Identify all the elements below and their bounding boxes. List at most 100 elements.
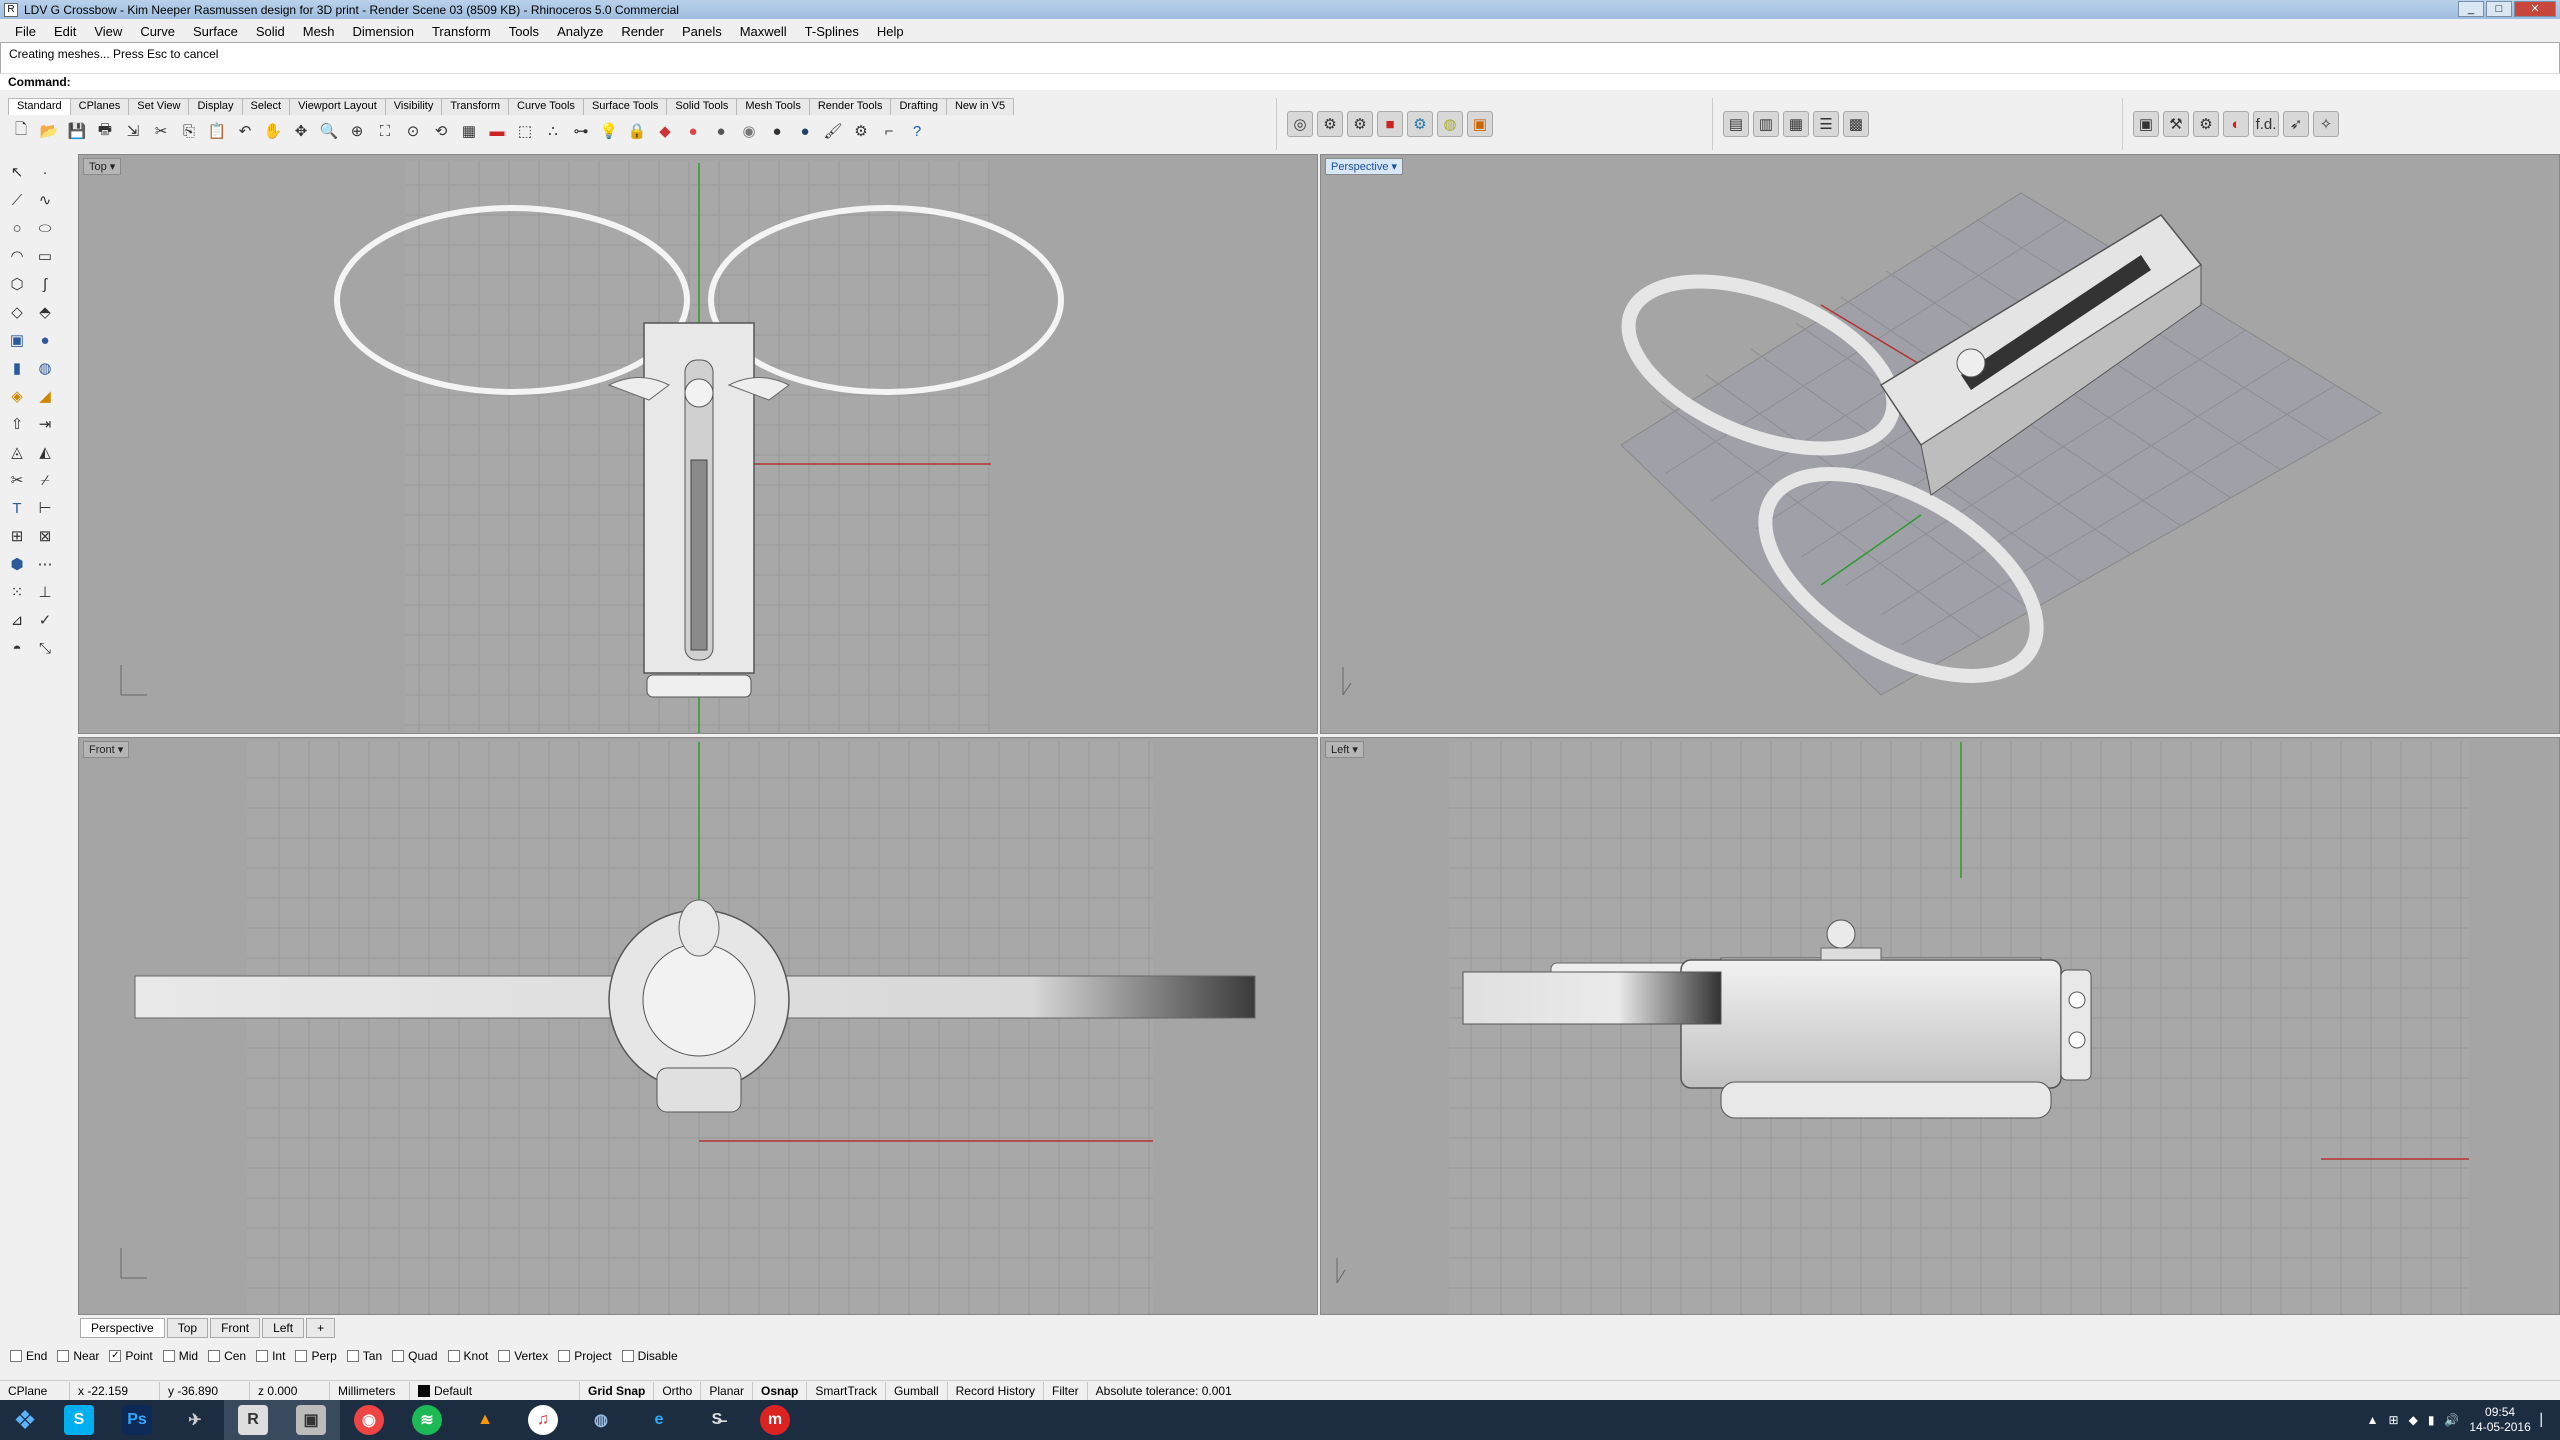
taskbar-vlc[interactable]: ▲ [456, 1400, 514, 1440]
tab-curve-tools[interactable]: Curve Tools [508, 98, 584, 115]
join-icon[interactable]: ⊞ [4, 524, 30, 548]
osnap-int-checkbox[interactable] [256, 1350, 269, 1362]
taskbar-ie[interactable]: e [630, 1400, 688, 1440]
explode-icon[interactable]: ⊠ [32, 524, 58, 548]
viewport-tab-front[interactable]: Front [210, 1318, 261, 1338]
status-record-history[interactable]: Record History [948, 1381, 1044, 1400]
measure-icon[interactable]: ⊥ [32, 580, 58, 604]
print-icon[interactable]: 🖶 [92, 118, 118, 144]
viewport-tab-perspective[interactable]: Perspective [80, 1318, 165, 1338]
zoom-icon[interactable]: 🔍 [316, 118, 342, 144]
render-list-icon[interactable]: ☰ [1813, 111, 1839, 137]
osnap-tan-checkbox[interactable] [346, 1350, 359, 1362]
tray-network-icon[interactable]: ▮ [2428, 1413, 2435, 1427]
save-icon[interactable]: 💾 [64, 118, 90, 144]
menu-dimension[interactable]: Dimension [344, 24, 423, 39]
ts-settings-icon[interactable]: ⚙ [2193, 111, 2219, 137]
viewport-left[interactable]: Left ▾ [1320, 737, 2560, 1315]
menu-tools[interactable]: Tools [500, 24, 548, 39]
text-icon[interactable]: T [4, 496, 30, 520]
transform-tool-icon[interactable]: ⤡ [32, 636, 58, 660]
analyze-icon[interactable]: ⊿ [4, 608, 30, 632]
maxwell-eye-icon[interactable]: ◎ [1287, 111, 1313, 137]
trim-icon[interactable]: ✂ [4, 468, 30, 492]
zoom-selected-icon[interactable]: ⊙ [400, 118, 426, 144]
status-units[interactable]: Millimeters [330, 1381, 410, 1400]
tab-drafting[interactable]: Drafting [890, 98, 947, 115]
maxwell-fire-icon[interactable]: ◍ [1437, 111, 1463, 137]
tab-cplanes[interactable]: CPlanes [69, 98, 130, 115]
point-icon[interactable]: · [32, 160, 58, 184]
help-icon[interactable]: ? [904, 118, 930, 144]
osnap-project[interactable]: Project [558, 1349, 612, 1363]
taskbar-steam[interactable]: S̶ [688, 1400, 746, 1440]
taskbar-photoshop[interactable]: Ps [108, 1400, 166, 1440]
render-frame-icon[interactable]: ▩ [1843, 111, 1869, 137]
maxwell-scene-icon[interactable]: ⚙ [1407, 111, 1433, 137]
status-layer[interactable]: Default [410, 1381, 580, 1400]
split-icon[interactable]: ⌿ [32, 468, 58, 492]
menu-edit[interactable]: Edit [45, 24, 85, 39]
osnap-mid-checkbox[interactable] [162, 1350, 175, 1362]
taskbar-itunes[interactable]: ♫ [514, 1400, 572, 1440]
undo-icon[interactable]: ↶ [232, 118, 258, 144]
menu-solid[interactable]: Solid [247, 24, 294, 39]
osnap-near[interactable]: Near [57, 1349, 99, 1363]
status-ortho[interactable]: Ortho [654, 1381, 702, 1400]
close-button[interactable]: ✕ [2514, 1, 2556, 17]
cut-icon[interactable]: ✂ [148, 118, 174, 144]
import-icon[interactable]: ⇲ [120, 118, 146, 144]
tray-expand-icon[interactable]: ▲ [2367, 1413, 2379, 1427]
taskbar-app-globe[interactable]: ◍ [572, 1400, 630, 1440]
paste-icon[interactable]: 📋 [204, 118, 230, 144]
osnap-disable-checkbox[interactable] [621, 1350, 634, 1362]
loft-icon[interactable]: ⬘ [32, 300, 58, 324]
color-wheel-icon[interactable]: ● [680, 118, 706, 144]
osnap-end[interactable]: End [10, 1349, 47, 1363]
blue-sphere-icon[interactable]: ● [792, 118, 818, 144]
osnap-quad[interactable]: Quad [392, 1349, 438, 1363]
arc-icon[interactable]: ◠ [4, 244, 30, 268]
tab-display[interactable]: Display [188, 98, 243, 115]
pan-hand-icon[interactable]: ✋ [260, 118, 286, 144]
osnap-vertex[interactable]: Vertex [498, 1349, 548, 1363]
shaded-sphere-icon[interactable]: ● [764, 118, 790, 144]
torus-icon[interactable]: ◍ [32, 356, 58, 380]
status-gumball[interactable]: Gumball [886, 1381, 948, 1400]
menu-mesh[interactable]: Mesh [294, 24, 344, 39]
viewport-top[interactable]: Top ▾ [78, 154, 1318, 734]
render-window-icon[interactable]: ▤ [1723, 111, 1749, 137]
car-icon[interactable]: ▬ [484, 118, 510, 144]
polygon-icon[interactable]: ⬡ [4, 272, 30, 296]
status-osnap[interactable]: Osnap [753, 1381, 808, 1400]
tray-dropbox-icon[interactable]: ◆ [2409, 1413, 2418, 1427]
osnap-tan[interactable]: Tan [346, 1349, 382, 1363]
zoom-extents-icon[interactable]: ⛶ [372, 118, 398, 144]
layer-icon[interactable]: ◆ [652, 118, 678, 144]
taskbar-app-bird[interactable]: ✈ [166, 1400, 224, 1440]
tab-viewport-layout[interactable]: Viewport Layout [289, 98, 386, 115]
tab-new-in-v5[interactable]: New in V5 [945, 98, 1015, 115]
osnap-mid[interactable]: Mid [162, 1349, 198, 1363]
status-cplane[interactable]: CPlane [0, 1381, 70, 1400]
status-grid-snap[interactable]: Grid Snap [580, 1381, 655, 1400]
taskbar-rhino[interactable]: R [224, 1400, 282, 1440]
add-viewport-tab-icon[interactable]: + [306, 1318, 336, 1338]
taskbar-chrome[interactable]: ◉ [340, 1400, 398, 1440]
tray-volume-icon[interactable]: 🔊 [2444, 1413, 2459, 1427]
viewport-title-left[interactable]: Left ▾ [1325, 741, 1364, 758]
maxwell-material-icon[interactable]: ■ [1377, 111, 1403, 137]
menu-analyze[interactable]: Analyze [548, 24, 612, 39]
dimension-icon[interactable]: ⌐ [876, 118, 902, 144]
viewport-tab-left[interactable]: Left [262, 1318, 305, 1338]
osnap-disable[interactable]: Disable [621, 1349, 678, 1363]
fire-icon[interactable]: ▣ [1467, 111, 1493, 137]
osnap-quad-checkbox[interactable] [392, 1350, 405, 1362]
osnap-cen[interactable]: Cen [208, 1349, 246, 1363]
tab-surface-tools[interactable]: Surface Tools [582, 98, 668, 115]
osnap-cen-checkbox[interactable] [208, 1350, 221, 1362]
grid-array-icon[interactable]: ⁙ [4, 580, 30, 604]
menu-maxwell[interactable]: Maxwell [731, 24, 796, 39]
rotate-view-icon[interactable]: ⟲ [428, 118, 454, 144]
group-icon[interactable]: ⬢ [4, 552, 30, 576]
